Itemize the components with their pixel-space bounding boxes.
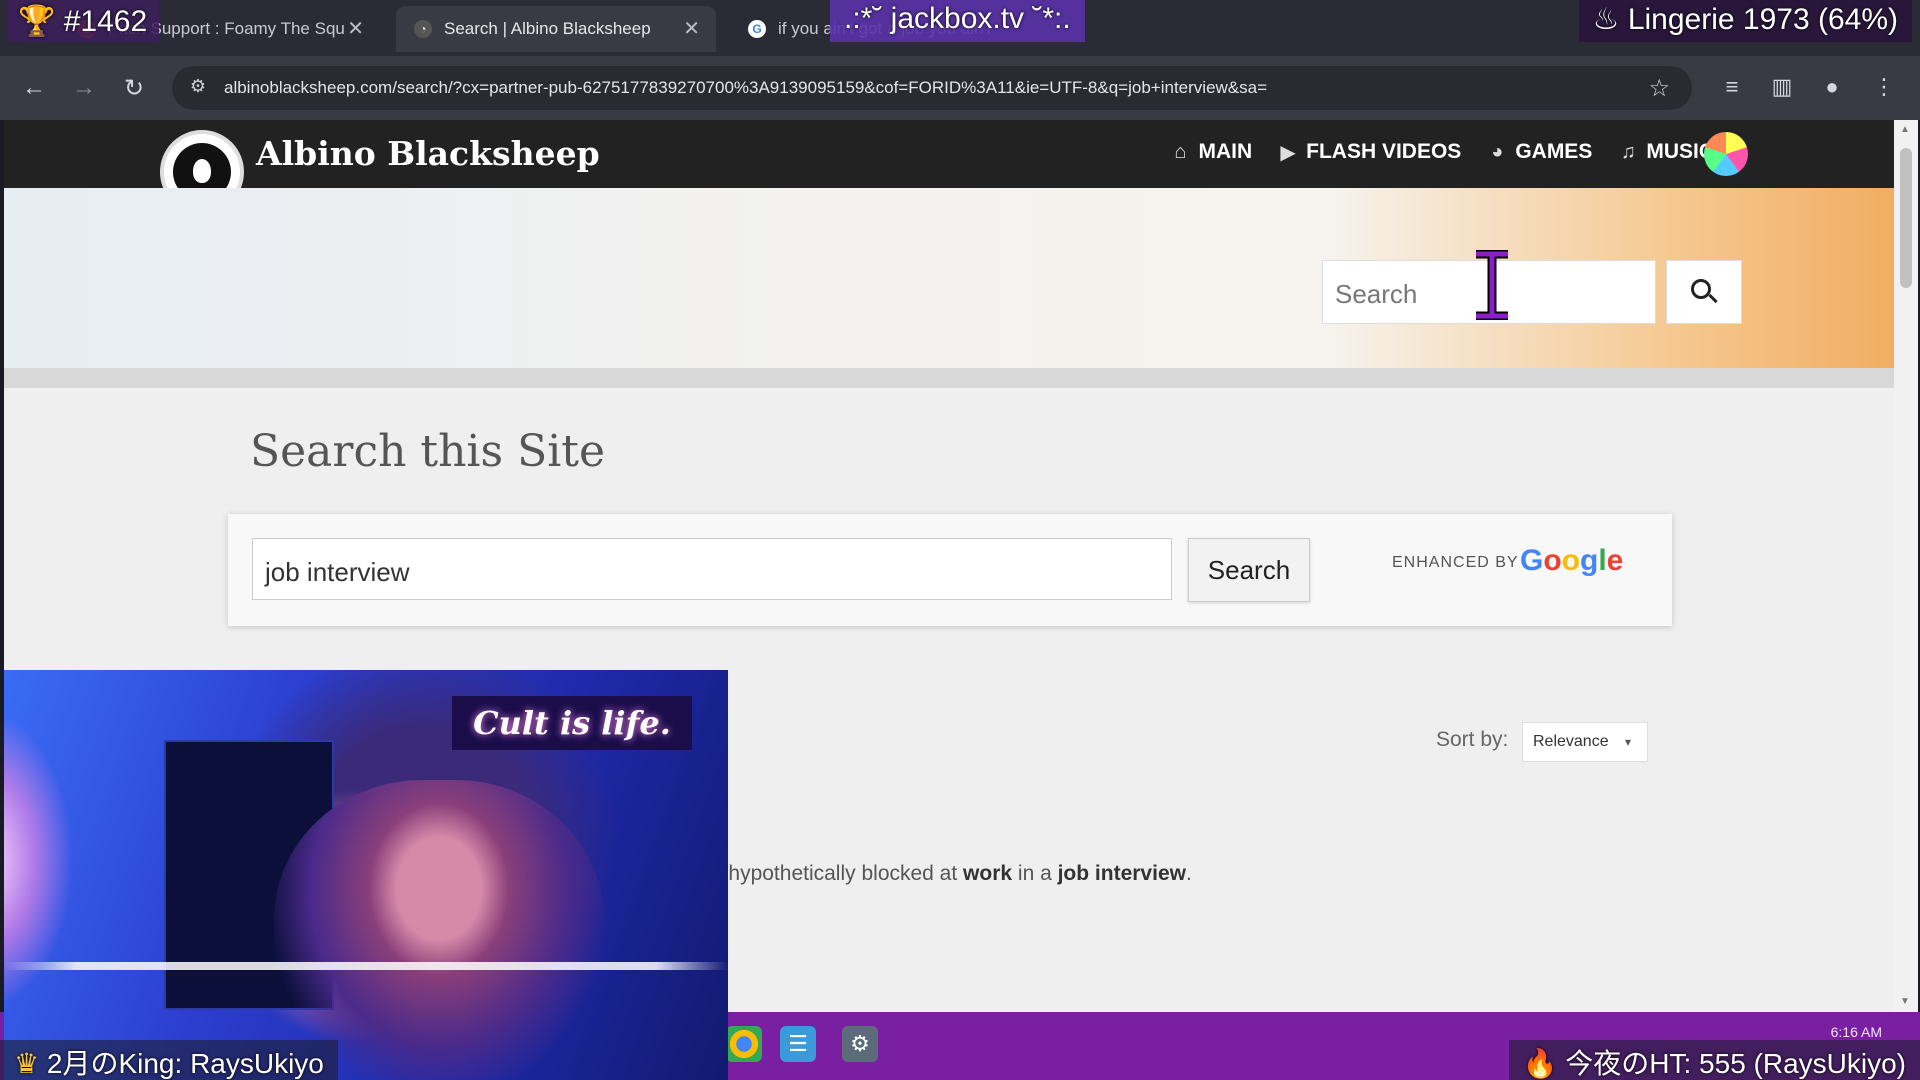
chef-hat-icon: ♨ <box>1592 3 1620 36</box>
scroll-up-icon[interactable]: ▲ <box>1900 124 1910 135</box>
menu-icon[interactable]: ⋮ <box>1870 74 1898 102</box>
enhanced-by-label: ENHANCED BY <box>1392 554 1519 571</box>
nav-label: MAIN <box>1198 140 1253 163</box>
notes-app-icon[interactable]: ☰ <box>780 1026 816 1062</box>
nav-games[interactable]: ◕ GAMES <box>1485 140 1592 164</box>
king-overlay: ♛ 2月のKing: RaysUkiyo <box>0 1040 338 1080</box>
home-icon: ⌂ <box>1174 140 1187 163</box>
trophy-counter: 🏆 #1462 <box>8 0 160 42</box>
header-search-button[interactable] <box>1666 260 1742 324</box>
tab-albino-search[interactable]: ◔ Search | Albino Blacksheep ✕ <box>396 6 716 52</box>
nav-label: GAMES <box>1515 140 1593 163</box>
site-info-icon[interactable]: ⚙ <box>186 76 210 100</box>
sort-value: Relevance <box>1533 733 1609 750</box>
text-cursor-icon <box>1476 250 1508 320</box>
flame-icon: 🔥 <box>1522 1048 1558 1079</box>
webcam-overlay: Cult is life. <box>4 670 728 1080</box>
media-queue-icon[interactable]: ≡ <box>1718 74 1746 102</box>
site-search-box: job interview Search ENHANCED BY Google <box>228 514 1672 626</box>
now-playing: ♨ Lingerie 1973 (64%) <box>1578 0 1912 42</box>
search-query: job interview <box>265 557 410 587</box>
music-note-icon: ♫ <box>1620 140 1636 163</box>
site-nav: ⌂ MAIN ▶ FLASH VIDEOS ◕ GAMES ♫ MUSIC <box>1168 140 1714 164</box>
led-strip <box>4 962 728 970</box>
settings-app-icon[interactable]: ⚙ <box>842 1026 878 1062</box>
close-tab-icon[interactable]: ✕ <box>347 16 364 41</box>
jackbox-banner: .:*˘ jackbox.tv ˘*:. <box>830 0 1085 42</box>
close-tab-icon[interactable]: ✕ <box>683 16 700 41</box>
bookmark-star-icon[interactable]: ☆ <box>1648 74 1670 103</box>
play-icon: ▶ <box>1280 141 1296 164</box>
scroll-down-icon[interactable]: ▼ <box>1900 996 1910 1007</box>
browser-toolbar: ← → ↻ ⚙ albinoblacksheep.com/search/?cx=… <box>0 56 1920 120</box>
chevron-down-icon: ▾ <box>1624 735 1631 749</box>
chrome-app-icon[interactable] <box>726 1026 762 1062</box>
tab-favicon: ◔ <box>414 20 432 38</box>
pinwheel-icon[interactable] <box>1704 132 1748 176</box>
nav-label: FLASH VIDEOS <box>1306 140 1462 163</box>
google-favicon-icon: G <box>748 20 766 38</box>
back-icon[interactable]: ← <box>18 72 50 104</box>
page-scrollbar[interactable]: ▲ ▼ <box>1894 120 1918 1012</box>
site-header: Albino Blacksheep ⌂ MAIN ▶ FLASH VIDEOS … <box>4 120 1894 214</box>
site-search-button[interactable]: Search <box>1188 538 1310 602</box>
url-text: albinoblacksheep.com/search/?cx=partner-… <box>224 78 1268 97</box>
clock: 6:16 AM <box>1830 1024 1882 1040</box>
reload-icon[interactable]: ↻ <box>118 72 150 104</box>
nav-flash-videos[interactable]: ▶ FLASH VIDEOS <box>1276 140 1461 164</box>
nav-main[interactable]: ⌂ MAIN <box>1168 140 1252 164</box>
pacman-icon: ◕ <box>1491 140 1504 163</box>
side-panel-icon[interactable]: ▥ <box>1768 74 1796 102</box>
search-icon <box>1691 279 1718 305</box>
google-logo: Google <box>1520 544 1624 577</box>
scrollbar-thumb[interactable] <box>1900 148 1912 288</box>
sort-dropdown[interactable]: Relevance ▾ <box>1522 722 1648 762</box>
nav-music[interactable]: ♫ MUSIC <box>1616 140 1714 164</box>
trophy-icon: 🏆 <box>18 5 56 38</box>
address-bar[interactable]: ⚙ albinoblacksheep.com/search/?cx=partne… <box>172 66 1692 110</box>
sort-label: Sort by: <box>1436 728 1509 751</box>
hype-train-overlay: 🔥 今夜のHT: 555 (RaysUkiyo) <box>1508 1040 1920 1080</box>
tab-label: Search | Albino Blacksheep <box>444 19 651 38</box>
site-title[interactable]: Albino Blacksheep <box>256 134 600 173</box>
streamer <box>274 780 604 1080</box>
forward-icon[interactable]: → <box>68 72 100 104</box>
crown-icon: ♛ <box>14 1048 40 1079</box>
search-placeholder: Search <box>1335 279 1418 309</box>
profile-icon[interactable]: ● <box>1818 74 1846 102</box>
site-search-input[interactable]: job interview <box>252 538 1172 600</box>
page-title: Search this Site <box>250 426 606 477</box>
neon-sign: Cult is life. <box>452 696 692 750</box>
